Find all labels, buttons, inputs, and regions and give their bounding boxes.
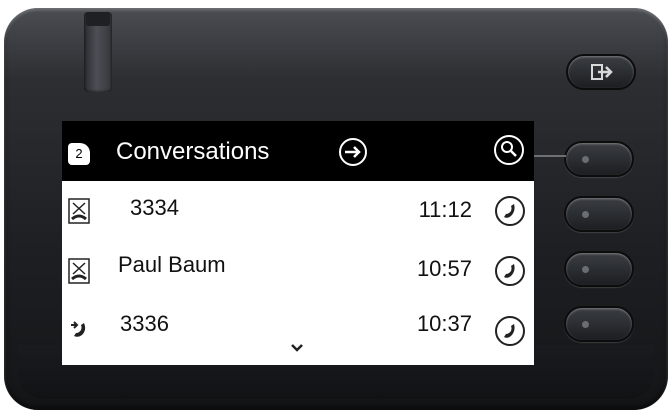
line-key-2[interactable] bbox=[564, 196, 634, 232]
missed-call-icon bbox=[68, 198, 90, 224]
search-icon[interactable] bbox=[492, 133, 526, 167]
list-item[interactable]: 3334 11:12 bbox=[62, 181, 534, 241]
phone-display: 2 Conversations 3334 11:12 Paul Baum 10:… bbox=[62, 121, 534, 365]
conversation-time: 11:12 bbox=[418, 197, 472, 222]
conversation-name: Paul Baum bbox=[118, 252, 226, 277]
conversation-time: 10:37 bbox=[416, 311, 472, 336]
page-title: Conversations bbox=[116, 138, 270, 165]
exit-button[interactable] bbox=[566, 54, 636, 90]
call-icon[interactable] bbox=[494, 255, 526, 287]
call-icon[interactable] bbox=[494, 315, 526, 347]
key-indicator bbox=[582, 211, 589, 218]
key-connector bbox=[534, 155, 566, 157]
list-item[interactable]: Paul Baum 10:57 bbox=[62, 241, 534, 301]
conversation-count-badge: 2 bbox=[68, 143, 90, 165]
conversation-name: 3336 bbox=[120, 311, 169, 336]
line-key-4[interactable] bbox=[564, 306, 634, 342]
conversation-name: 3334 bbox=[130, 195, 179, 220]
missed-call-icon bbox=[68, 258, 90, 284]
handset-hook-top bbox=[86, 12, 110, 26]
conversation-time: 10:57 bbox=[416, 256, 472, 281]
incoming-call-icon bbox=[71, 321, 86, 337]
key-indicator bbox=[582, 266, 589, 273]
exit-icon bbox=[591, 64, 613, 80]
conversations-header: 2 Conversations bbox=[62, 121, 534, 181]
call-icon[interactable] bbox=[494, 195, 526, 227]
line-key-1[interactable] bbox=[564, 141, 634, 177]
arrow-right-icon[interactable] bbox=[338, 137, 368, 167]
key-indicator bbox=[582, 321, 589, 328]
line-key-3[interactable] bbox=[564, 251, 634, 287]
chevron-down-icon[interactable] bbox=[290, 343, 304, 353]
key-indicator bbox=[582, 156, 589, 163]
